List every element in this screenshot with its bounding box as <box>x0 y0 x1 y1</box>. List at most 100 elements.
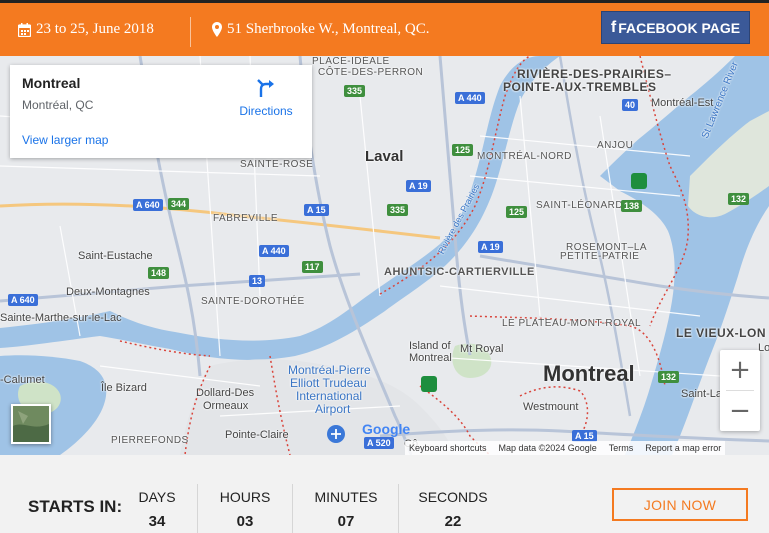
zoom-in-button[interactable]: + <box>720 350 760 390</box>
highway-shield: A 19 <box>406 180 431 192</box>
highway-shield: 132 <box>658 371 680 383</box>
map-label: Dollard-Des <box>196 387 255 399</box>
highway-shield: 125 <box>452 144 474 156</box>
highway-shield: 40 <box>622 99 639 111</box>
map-label: RIVIÈRE-DES-PRAIRIES– <box>517 67 672 81</box>
map-label: MONTRÉAL-NORD <box>477 151 572 162</box>
countdown-separator <box>197 484 198 533</box>
map-label: Pointe-Claire <box>225 429 289 441</box>
map-label: Airport <box>315 402 351 416</box>
highway-shield: 132 <box>728 193 750 205</box>
calendar-icon <box>18 22 31 37</box>
starts-in-label: STARTS IN: <box>28 497 123 516</box>
top-bar: 23 to 25, June 2018 51 Sherbrooke W., Mo… <box>0 0 769 56</box>
join-now-button[interactable]: JOIN NOW <box>612 488 748 521</box>
map-label: CÔTE-DES-PERRON <box>318 67 424 78</box>
map-label: SAINTE-DOROTHÉE <box>201 296 305 307</box>
highway-shield: 13 <box>249 275 266 287</box>
map-label: LE VIEUX-LON <box>676 326 767 340</box>
countdown-unit: SECONDS <box>418 489 488 505</box>
event-page: 23 to 25, June 2018 51 Sherbrooke W., Mo… <box>0 0 769 533</box>
event-date-text: 23 to 25, June 2018 <box>36 21 154 37</box>
directions-icon <box>232 77 300 102</box>
countdown-unit: MINUTES <box>314 489 378 505</box>
highway-shield: A 640 <box>133 199 163 211</box>
keyboard-shortcuts-link[interactable]: Keyboard shortcuts <box>409 443 487 453</box>
highway-shield: 125 <box>506 206 528 218</box>
map-label: -Calumet <box>0 374 45 386</box>
highway-shield: A 15 <box>304 204 329 216</box>
map-label: International <box>296 389 363 403</box>
terms-link[interactable]: Terms <box>609 443 634 453</box>
map-attribution: Keyboard shortcuts Map data ©2024 Google… <box>405 441 726 455</box>
place-name: Montreal <box>22 75 81 91</box>
map-label: PIERREFONDS <box>111 435 189 446</box>
countdown-value: 07 <box>337 513 355 530</box>
highway-shield: 117 <box>302 261 323 273</box>
countdown-value: 03 <box>236 513 254 530</box>
place-subtitle: Montréal, QC <box>22 98 94 112</box>
satellite-toggle-button[interactable] <box>11 404 51 444</box>
satellite-thumbnail-icon <box>13 406 49 442</box>
zoom-out-button[interactable]: − <box>720 391 760 431</box>
map-label: Montreal <box>543 361 635 386</box>
highway-shield: 138 <box>621 200 643 212</box>
highway-shield: 335 <box>387 204 409 216</box>
highway-shield: 148 <box>148 267 170 279</box>
map-label: Laval <box>365 148 404 165</box>
countdown-days: DAYS 34 <box>134 489 180 530</box>
highway-shield: A 520 <box>364 437 394 449</box>
map-label: SAINT-LÉONARD <box>536 200 624 211</box>
map-data-credit: Map data ©2024 Google <box>498 443 597 453</box>
facebook-page-label: FACEBOOK PAGE <box>618 19 741 36</box>
map-label: Montréal-Est <box>651 97 714 109</box>
facebook-page-button[interactable]: f FACEBOOK PAGE <box>601 11 750 44</box>
map-label: PETITE-PATRIE <box>560 251 640 262</box>
map-label: LE PLATEAU-MONT-ROYAL <box>502 318 642 329</box>
map-label: Elliott Trudeau <box>290 376 367 390</box>
google-logo: Google <box>362 421 410 437</box>
map-label: Deux-Montagnes <box>66 286 150 298</box>
google-logo-text: Google <box>362 421 411 437</box>
countdown-separator <box>398 484 399 533</box>
map-label: Île Bizard <box>101 382 147 394</box>
countdown-hours: HOURS 03 <box>218 489 272 530</box>
countdown-seconds: SECONDS 22 <box>418 489 488 530</box>
zoom-controls: + − <box>720 350 760 431</box>
map-label: Montreal <box>409 352 452 364</box>
highway-shield: 335 <box>344 85 366 97</box>
map-label: PLACE-IDÉALE <box>312 56 390 67</box>
place-info-card: Montreal Montréal, QC Directions View la… <box>10 65 312 158</box>
countdown-value: 34 <box>148 513 166 530</box>
highway-shield: A 640 <box>8 294 38 306</box>
map-label: Mt Royal <box>460 343 504 355</box>
map-label: Montréal-Pierre <box>288 363 371 377</box>
highway-shield: A 440 <box>455 92 485 104</box>
map-label: Sainte-Marthe-sur-le-Lac <box>0 312 122 324</box>
map-label: Saint-Eustache <box>78 250 153 262</box>
map-label: Westmount <box>523 401 579 413</box>
report-map-error-link[interactable]: Report a map error <box>645 443 721 453</box>
map-label: POINTE-AUX-TREMBLES <box>503 80 657 94</box>
countdown-value: 22 <box>444 513 462 530</box>
view-larger-map-link[interactable]: View larger map <box>22 133 108 147</box>
event-address: 51 Sherbrooke W., Montreal, QC. <box>212 21 429 38</box>
map-label: Ormeaux <box>203 400 249 412</box>
map-label: FABREVILLE <box>213 213 279 224</box>
directions-button[interactable]: Directions <box>232 77 300 118</box>
topbar-divider <box>190 17 191 47</box>
countdown-unit: DAYS <box>138 489 176 505</box>
highway-shield: 344 <box>168 198 190 210</box>
event-date: 23 to 25, June 2018 <box>18 21 154 38</box>
map-label: AHUNTSIC-CARTIERVILLE <box>384 266 535 278</box>
countdown-minutes: MINUTES 07 <box>312 489 380 530</box>
facebook-icon: f <box>610 18 617 36</box>
highway-shield: A 19 <box>478 241 503 253</box>
highway-shield: A 440 <box>259 245 289 257</box>
map-label: ANJOU <box>597 140 634 151</box>
event-address-text: 51 Sherbrooke W., Montreal, QC. <box>227 21 430 37</box>
directions-label: Directions <box>239 104 293 118</box>
countdown-unit: HOURS <box>219 489 271 505</box>
countdown-separator <box>292 484 293 533</box>
map-marker-icon <box>212 22 222 37</box>
